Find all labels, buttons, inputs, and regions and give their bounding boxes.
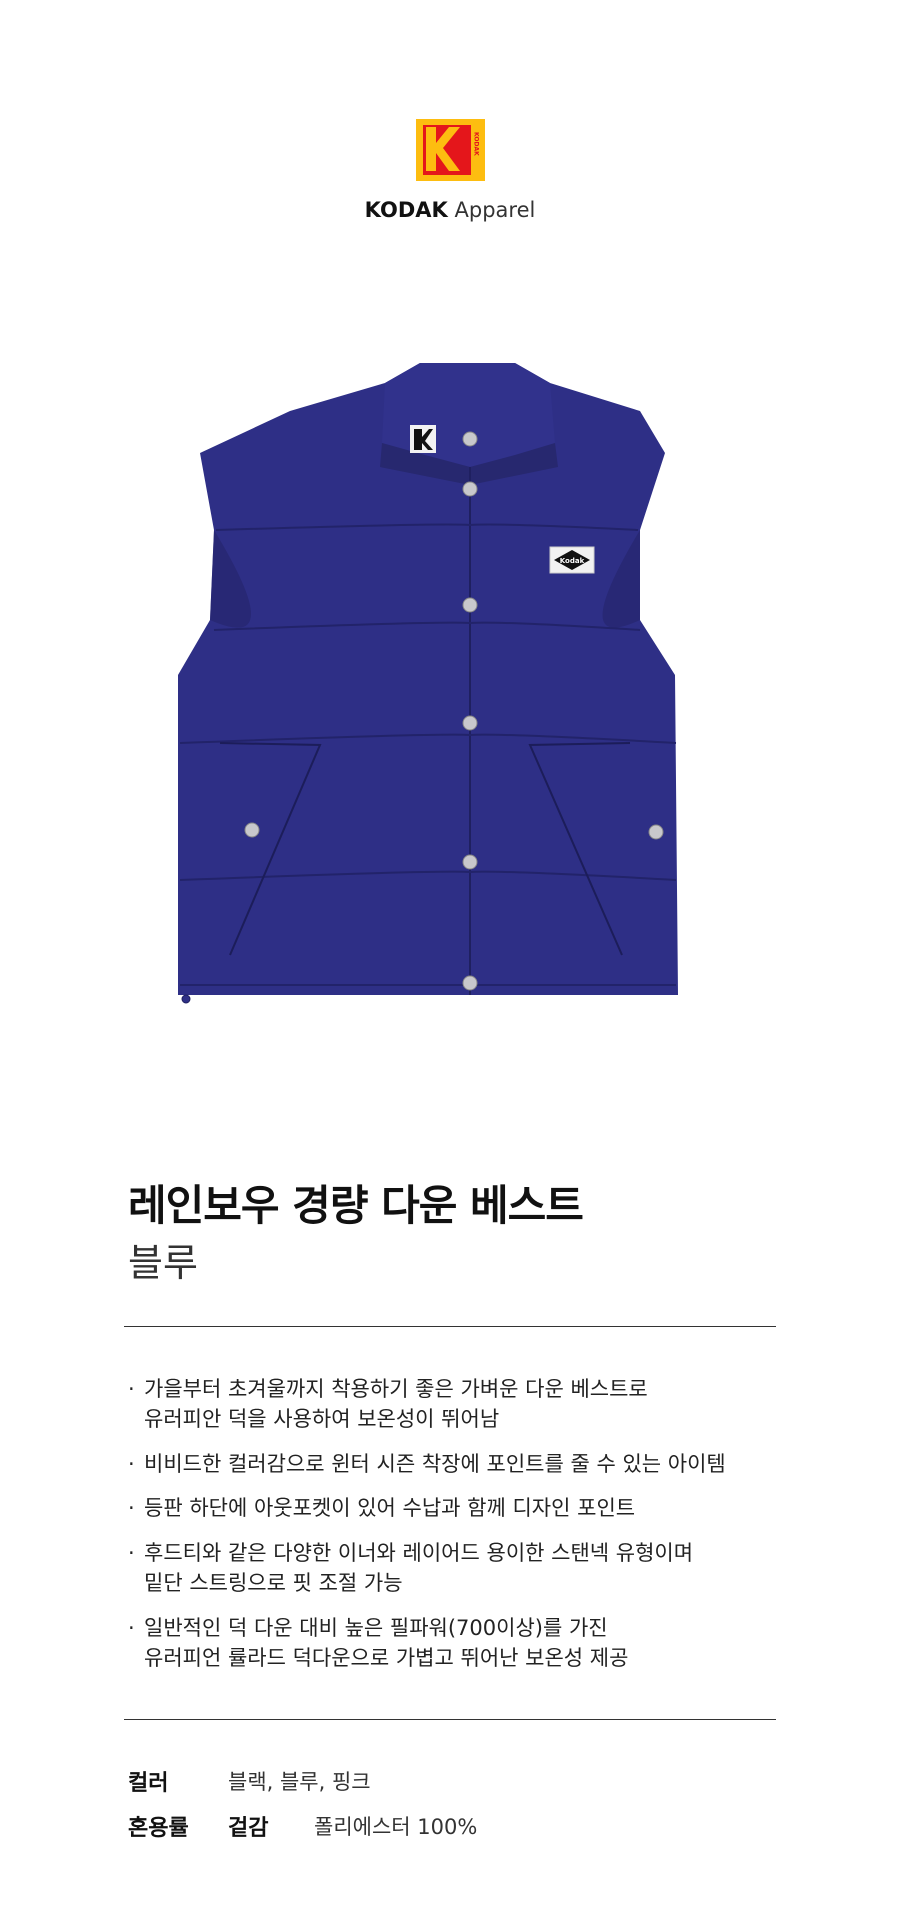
bullet: · [128,1452,135,1476]
brand-bold: KODAK [364,198,448,222]
bullet: · [128,1377,135,1401]
spec-color-value: 블랙, 블루, 핑크 [228,1770,371,1794]
divider-bottom [124,1719,776,1720]
feature-line: 일반적인 덕 다운 대비 높은 필파워(700이상)를 가진 [144,1616,608,1640]
product-title: 레인보우 경량 다운 베스트 [128,1181,584,1230]
spec-blend-value: 폴리에스터 100% [314,1815,478,1839]
chest-patch-text: Kodak [560,557,585,565]
bullet: · [128,1541,135,1565]
brand-light: Apparel [454,198,536,222]
feature-line: 등판 하단에 아웃포켓이 있어 수납과 함께 디자인 포인트 [144,1496,636,1520]
spec-color-label: 컬러 [128,1771,169,1796]
product-color-subtitle: 블루 [128,1241,198,1285]
feature-line: 후드티와 같은 다양한 이너와 레이어드 용이한 스탠넥 유형이며 [144,1541,694,1565]
feature-line: 가을부터 초겨울까지 착용하기 좋은 가벼운 다운 베스트로 [144,1377,648,1401]
feature-line: 유러피안 덕을 사용하여 보온성이 뛰어남 [144,1407,500,1431]
brand-name: KODAK Apparel [0,198,900,222]
feature-line: 밑단 스트링으로 핏 조절 가능 [144,1571,403,1595]
divider-top [124,1326,776,1327]
feature-line: 유러피언 률라드 덕다운으로 가볍고 뛰어난 보온성 제공 [144,1646,629,1670]
kodak-logo-icon: KODAK [416,119,485,181]
spec-blend-part: 겉감 [228,1816,269,1841]
bullet: · [128,1496,135,1520]
feature-line: 비비드한 컬러감으로 윈터 시즌 착장에 포인트를 줄 수 있는 아이템 [144,1452,726,1476]
bullet: · [128,1616,135,1640]
blue-down-vest-image: Kodak [178,363,678,1004]
kodak-logo-text: KODAK [473,132,480,156]
spec-blend-label: 혼용률 [128,1816,189,1841]
